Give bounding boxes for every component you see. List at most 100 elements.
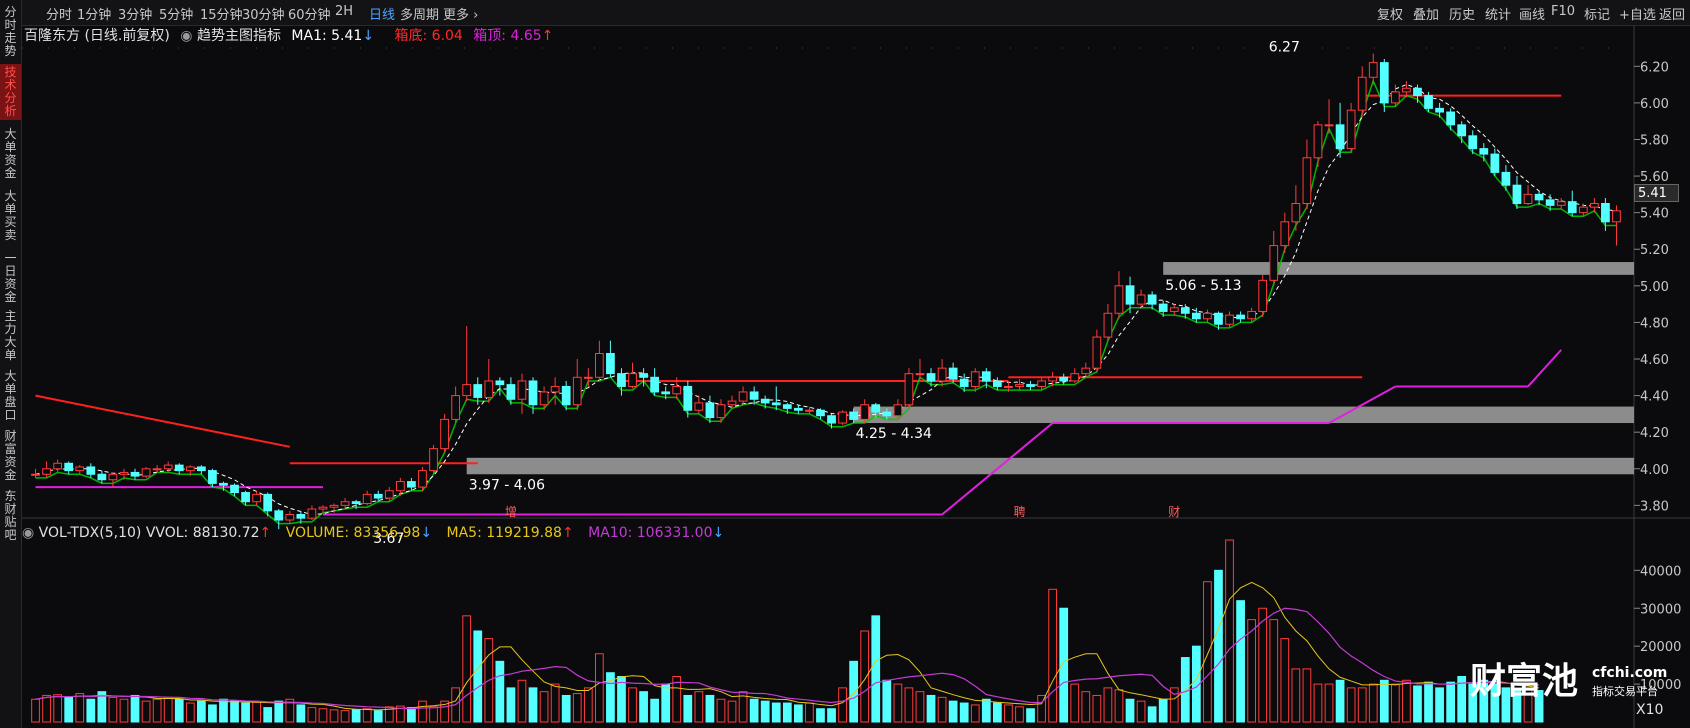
candle-body (650, 376, 660, 393)
volume-bar (351, 708, 361, 723)
candle-body (639, 373, 648, 378)
volume-bar (1158, 698, 1168, 723)
volume-bar (196, 700, 206, 723)
candle-body (1092, 336, 1102, 369)
y-tick-label: 4.00 (1640, 463, 1669, 478)
volume-bar (1203, 581, 1212, 723)
volume-bar (1103, 687, 1113, 723)
volume-bar (86, 698, 96, 723)
candle-body (495, 380, 505, 386)
candle-body (915, 373, 925, 376)
volume-bar (816, 708, 825, 723)
volume-bar (959, 702, 969, 723)
candle-body (959, 378, 969, 387)
volume-bar (1357, 687, 1367, 723)
candle-body (141, 468, 151, 477)
volume-bar (1258, 607, 1268, 723)
vol-y-tick-label: 40000 (1640, 564, 1681, 579)
volume-bar (539, 691, 549, 723)
volume-bar (163, 696, 173, 723)
volume-bar (219, 698, 228, 723)
magenta-line (1527, 349, 1562, 388)
candle-body (119, 471, 129, 475)
box-bottom-value: 箱底: 6.04 (394, 28, 463, 44)
candle-body (760, 398, 770, 404)
candle-body (694, 402, 704, 411)
volume-bar (462, 615, 472, 723)
volume-bar (1236, 600, 1245, 723)
candle-body (1335, 124, 1345, 150)
volume-bar (1269, 619, 1279, 723)
volume-bar (1402, 679, 1411, 723)
volume-bar (473, 630, 483, 723)
volume-bar (130, 694, 140, 723)
candle-body (1236, 314, 1245, 320)
up-arrow-icon: ↑ (561, 525, 574, 541)
indicator-name[interactable]: 趋势主图指标 (197, 28, 281, 44)
volume-bar (318, 708, 328, 723)
candle-body (1446, 111, 1456, 126)
y-tick-label: 4.40 (1640, 390, 1669, 405)
candle-body (1545, 199, 1555, 206)
vol-y-tick-label: 20000 (1640, 640, 1681, 655)
volume-bar (1136, 700, 1146, 723)
candle-body (705, 402, 715, 419)
volume-bar (661, 683, 671, 723)
candle-body (539, 391, 549, 406)
candle-body (1534, 193, 1544, 201)
candle-body (1147, 294, 1157, 305)
candle-body (340, 501, 350, 506)
candle-body (1125, 285, 1135, 305)
volume-bar (871, 615, 881, 723)
candle-body (572, 376, 582, 406)
candle-body (31, 473, 40, 476)
candle-body (64, 462, 74, 472)
candle-body (75, 466, 85, 472)
main-legend: 百隆东方 (日线.前复权) ◉ 趋势主图指标 MA1: 5.41↓ 箱底: 6.… (24, 25, 553, 45)
candle-body (782, 404, 792, 409)
volume-bar (838, 687, 847, 723)
candle-body (318, 506, 328, 510)
vol-indicator-name[interactable]: VOL-TDX(5,10) (39, 525, 142, 541)
candle-body (1180, 307, 1190, 314)
candle-body (241, 492, 250, 503)
candle-body (727, 400, 737, 406)
candle-body (1578, 206, 1588, 214)
volume-bar (926, 694, 936, 723)
volume-bar (849, 660, 859, 723)
volume-bar (362, 708, 372, 723)
volume-bar (208, 704, 217, 723)
y-tick-label: 5.60 (1640, 170, 1669, 185)
volume-bar (639, 691, 648, 723)
volume-bar (904, 687, 914, 723)
volume-bar (1048, 588, 1058, 723)
candle-body (981, 371, 991, 382)
support-zone (1163, 262, 1634, 275)
candle-body (484, 380, 494, 398)
watermark-cn: 财富池 (1470, 660, 1578, 702)
candle-body (395, 481, 405, 492)
volume-bar (495, 660, 505, 723)
candle-body (816, 409, 825, 417)
volume-bar (1125, 698, 1135, 723)
candle-body (185, 466, 195, 472)
current-price-tag: 5.41 (1634, 184, 1679, 202)
volume-bar (1059, 607, 1069, 723)
candle-body (838, 411, 847, 424)
down-arrow-icon: ↓ (712, 525, 725, 541)
candle-body (1413, 87, 1422, 97)
chart-canvas: 6.20 6.00 5.80 5.60 5.40 5.20 5.00 4.80 4.60 4.40… (22, 26, 1690, 728)
volume-bar (827, 708, 836, 723)
volume-bar (31, 698, 40, 723)
candle-body (53, 462, 63, 470)
volume-bar (64, 696, 74, 723)
candle-body (1191, 312, 1201, 320)
stock-name[interactable]: 百隆东方 (日线.前复权) (24, 28, 170, 44)
candle-body (849, 411, 859, 420)
candle-body (263, 493, 273, 512)
candle-body (373, 493, 383, 499)
vvol-value: VVOL: 88130.72 (145, 525, 260, 541)
candle-body (583, 376, 593, 379)
vol-ma5-line (35, 581, 1540, 711)
candle-body (771, 402, 781, 406)
